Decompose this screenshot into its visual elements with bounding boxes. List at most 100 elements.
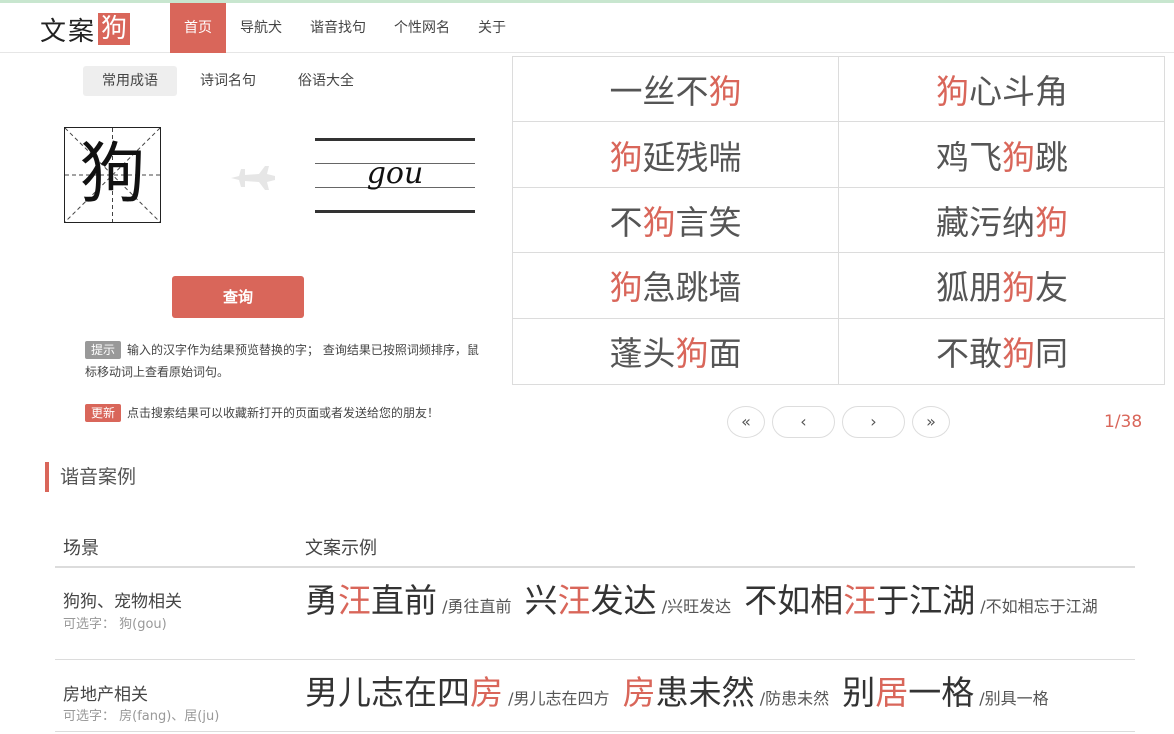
result-highlight: 狗 (609, 268, 643, 308)
row-scene: 狗狗、宠物相关 (63, 592, 182, 612)
example-post: 直前 (371, 581, 437, 620)
result-pre: 藏污纳 (936, 202, 1035, 242)
example-post: 于江湖 (876, 581, 976, 620)
tip-notice: 提示 输入的汉字作为结果预览替换的字； 查询结果已按照词频排序，鼠标移动词上查看原… (85, 339, 485, 383)
result-post: 友 (1035, 268, 1068, 308)
result-highlight: 狗 (609, 137, 643, 177)
examples-table: 场景 文案示例 狗狗、宠物相关 可选字： 狗(gou) 勇汪直前 /勇往直前 兴… (55, 528, 1135, 732)
tab-idioms[interactable]: 常用成语 (83, 66, 177, 96)
result-post: 心斗角 (969, 72, 1068, 112)
row-options: 可选字： 狗(gou) (63, 617, 167, 632)
example-original: /别具一格 (979, 689, 1049, 708)
example-highlight: 房 (470, 673, 503, 712)
example-pre: 兴 (524, 581, 558, 620)
result-post: 延残喘 (642, 137, 742, 177)
result-pre: 鸡飞 (936, 137, 1002, 177)
result-post: 面 (708, 334, 742, 374)
example-phrase[interactable]: 别居一格 (842, 673, 974, 712)
example-highlight: 汪 (338, 581, 371, 620)
tip-text: 输入的汉字作为结果预览替换的字； 查询结果已按照词频排序，鼠标移动词上查看原始词… (85, 343, 479, 379)
pagination: « ‹ › » (727, 406, 957, 438)
tab-proverbs[interactable]: 俗语大全 (279, 66, 373, 96)
result-item[interactable]: 狗急跳墙 (513, 253, 839, 319)
result-item[interactable]: 狗心斗角 (839, 57, 1165, 123)
update-text: 点击搜索结果可以收藏新打开的页面或者发送给您的朋友！ (127, 406, 440, 420)
nav-home[interactable]: 首页 (170, 3, 226, 53)
table-row: 狗狗、宠物相关 可选字： 狗(gou) 勇汪直前 /勇往直前 兴汪发达 /兴旺发… (55, 568, 1135, 660)
result-highlight: 狗 (675, 334, 709, 374)
update-badge: 更新 (85, 404, 122, 422)
prev-page-button[interactable]: ‹ (772, 406, 835, 438)
logo-text: 文案 (40, 16, 97, 47)
example-post: 一格 (908, 673, 975, 712)
result-item[interactable]: 不敢狗同 (839, 319, 1165, 384)
pinyin-line-top (315, 138, 475, 141)
example-highlight: 房 (622, 673, 656, 712)
example-pre: 男儿志在四 (305, 673, 470, 712)
airplane-icon (231, 166, 275, 190)
result-item[interactable]: 狗延残喘 (513, 122, 839, 188)
example-phrase[interactable]: 男儿志在四房 (305, 673, 503, 712)
site-logo[interactable]: 文案狗 (40, 13, 131, 47)
example-original: /兴旺发达 (661, 597, 732, 616)
navbar: 文案狗 首页 导航犬 谐音找句 个性网名 关于 (0, 3, 1174, 53)
result-item[interactable]: 一丝不狗 (513, 57, 839, 123)
example-post: 发达 (590, 581, 657, 620)
result-item[interactable]: 蓬头狗面 (513, 318, 839, 384)
row-examples: 男儿志在四房 /男儿志在四方 房患未然 /防患未然 别居一格 /别具一格 (305, 676, 1131, 716)
result-item[interactable]: 鸡飞狗跳 (839, 122, 1165, 188)
example-phrase[interactable]: 房患未然 (623, 673, 755, 712)
row-examples: 勇汪直前 /勇往直前 兴汪发达 /兴旺发达 不如相汪于江湖 /不如相忘于江湖 (305, 584, 1131, 624)
main-nav: 首页 导航犬 谐音找句 个性网名 关于 (170, 3, 520, 53)
example-highlight: 居 (875, 673, 909, 712)
preview-char: 狗 (79, 135, 146, 212)
query-button[interactable]: 查询 (172, 276, 304, 318)
example-pre: 别 (842, 673, 876, 712)
result-highlight: 狗 (1002, 268, 1035, 308)
next-page-button[interactable]: › (842, 406, 905, 438)
result-post: 言笑 (675, 202, 742, 242)
char-grid-box[interactable]: 狗 (64, 127, 161, 223)
result-pre: 一丝不 (609, 72, 709, 112)
result-highlight: 狗 (708, 72, 742, 112)
result-item[interactable]: 狐朋狗友 (839, 253, 1165, 319)
result-pre: 不敢 (936, 334, 1002, 374)
example-phrase[interactable]: 勇汪直前 (305, 581, 437, 620)
tab-poems[interactable]: 诗词名句 (181, 66, 275, 96)
result-highlight: 狗 (936, 72, 969, 112)
example-pre: 不如相 (744, 581, 844, 620)
result-item[interactable]: 不狗言笑 (513, 187, 839, 254)
pinyin-text: gou (366, 156, 424, 191)
last-page-button[interactable]: » (912, 406, 950, 438)
example-original: /勇往直前 (442, 597, 512, 616)
result-post: 急跳墙 (642, 268, 742, 308)
result-highlight: 狗 (642, 202, 676, 242)
example-original: /防患未然 (759, 689, 830, 708)
example-original: /男儿志在四方 (508, 689, 610, 708)
result-highlight: 狗 (1002, 137, 1035, 177)
result-post: 同 (1035, 334, 1068, 374)
table-header: 场景 文案示例 (55, 528, 1135, 568)
example-phrase[interactable]: 不如相汪于江湖 (744, 581, 975, 620)
example-highlight: 汪 (557, 581, 591, 620)
result-highlight: 狗 (1002, 334, 1035, 374)
result-highlight: 狗 (1035, 202, 1068, 242)
tip-badge: 提示 (85, 341, 122, 359)
nav-about[interactable]: 关于 (464, 3, 520, 53)
example-phrase[interactable]: 兴汪发达 (525, 581, 657, 620)
first-page-button[interactable]: « (727, 406, 765, 438)
result-pre: 不 (609, 202, 643, 242)
category-tabs: 常用成语 诗词名句 俗语大全 (83, 66, 377, 96)
table-row: 房地产相关 可选字： 房(fang)、居(ju) 男儿志在四房 /男儿志在四方 … (55, 660, 1135, 732)
pinyin-lines: gou (315, 138, 475, 214)
row-options: 可选字： 房(fang)、居(ju) (63, 709, 220, 724)
result-item[interactable]: 藏污纳狗 (839, 188, 1165, 254)
section-title: 谐音案例 (45, 462, 136, 492)
result-pre: 狐朋 (936, 268, 1002, 308)
nav-nicknames[interactable]: 个性网名 (380, 3, 464, 53)
page-indicator: 1/38 (1104, 412, 1143, 432)
nav-homophone-search[interactable]: 谐音找句 (296, 3, 380, 53)
header-scene: 场景 (63, 538, 99, 559)
logo-box: 狗 (98, 13, 131, 45)
nav-guide-dog[interactable]: 导航犬 (226, 3, 296, 53)
